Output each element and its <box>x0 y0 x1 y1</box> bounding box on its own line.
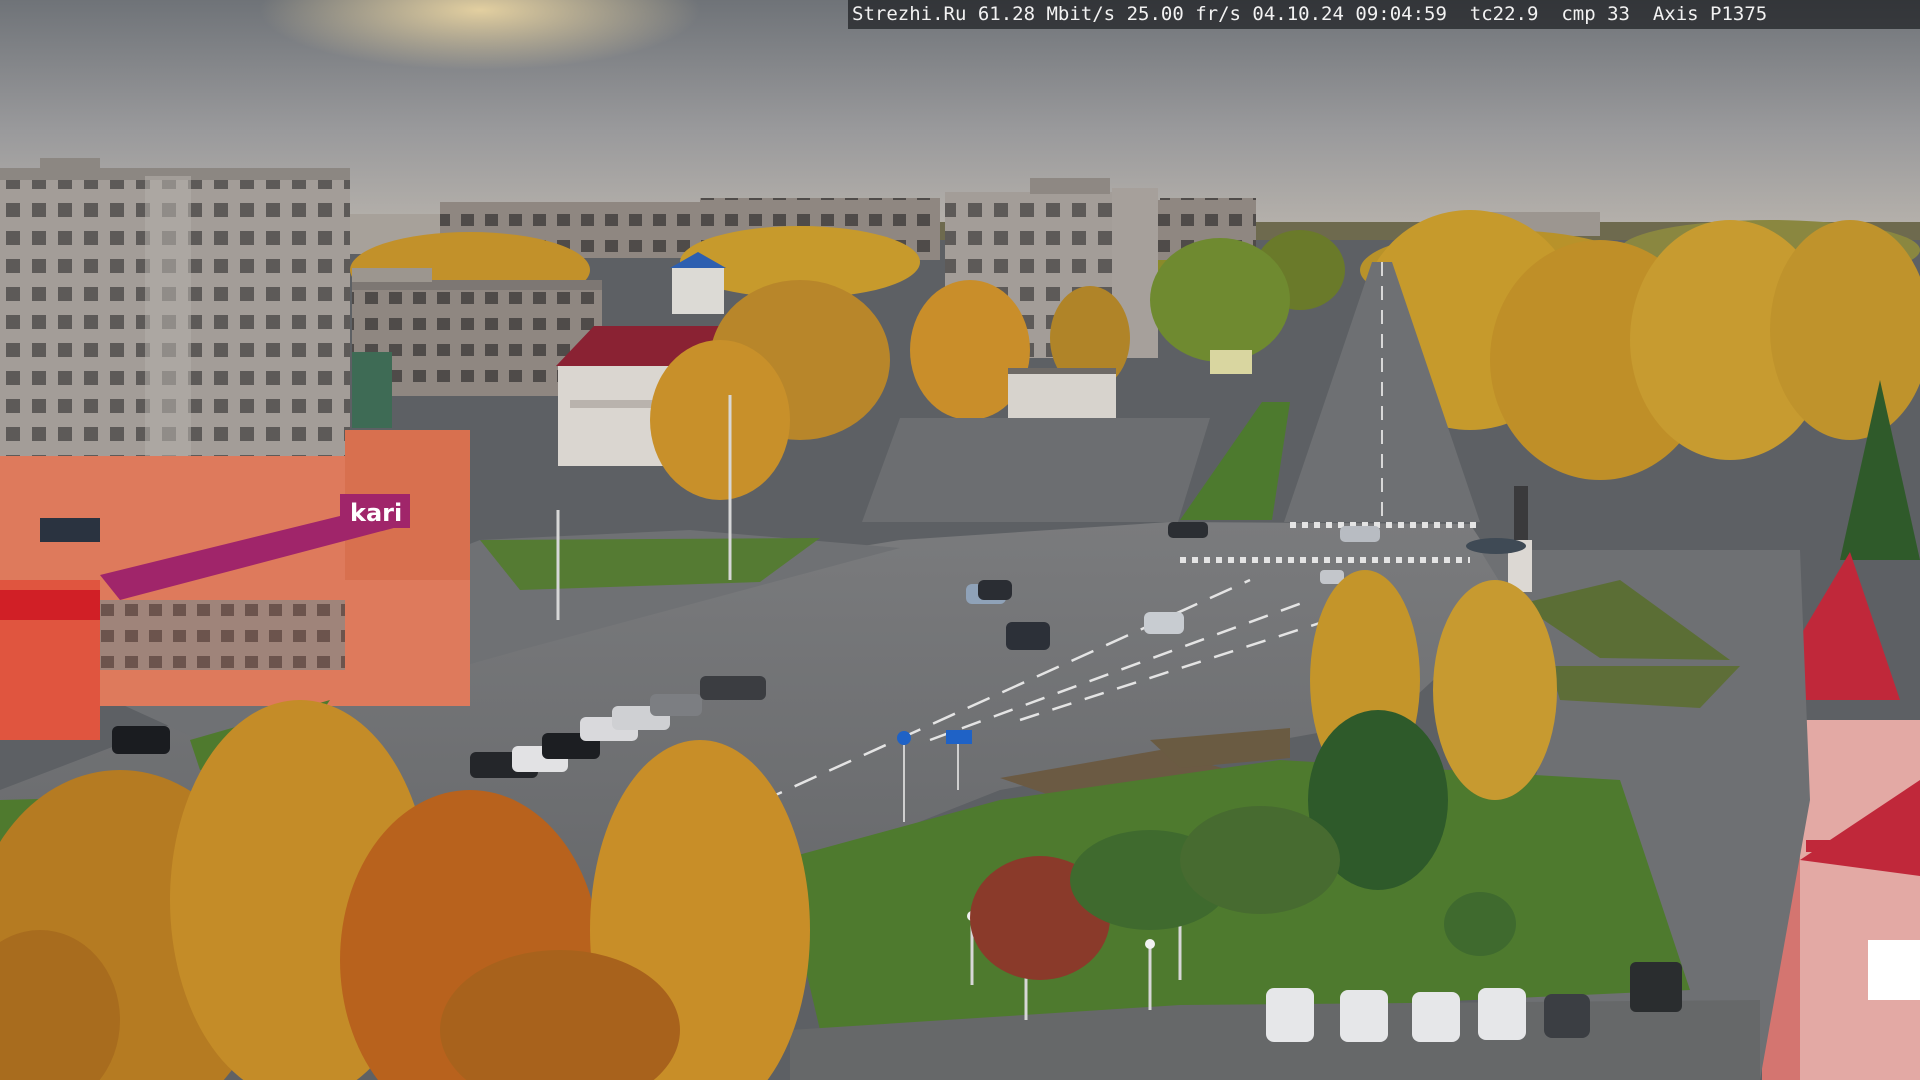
green-house <box>352 352 392 428</box>
overlay-date: 04.10.24 <box>1252 3 1344 25</box>
overlay-camera-model: Axis P1375 <box>1652 3 1768 25</box>
webcam-frame: kari <box>0 0 1920 1080</box>
upper-parking-lot <box>862 418 1210 522</box>
overlay-cmp: cmp 33 <box>1561 3 1630 25</box>
overlay-tc: tc22.9 <box>1469 3 1539 25</box>
overlay-framerate: 25.00 fr/s <box>1126 3 1241 25</box>
kari-sign: kari <box>350 499 402 527</box>
overlay-bitrate: 61.28 Mbit/s <box>977 3 1116 25</box>
overlay-time: 09:04:59 <box>1355 3 1447 25</box>
small-center-building <box>1008 370 1116 418</box>
overlay-site: Strezhi.Ru <box>852 3 967 25</box>
camera-overlay: Strezhi.Ru 61.28 Mbit/s 25.00 fr/s 04.10… <box>848 0 1920 29</box>
kari-store-building: kari <box>0 430 470 740</box>
